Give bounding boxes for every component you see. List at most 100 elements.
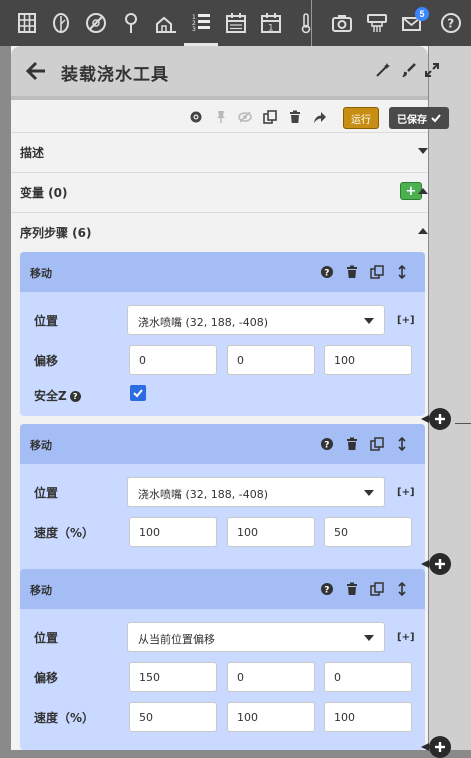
help-icon[interactable]: ?: [434, 0, 468, 46]
calendar-icon[interactable]: [219, 0, 253, 46]
chevron-up-icon[interactable]: [418, 228, 428, 234]
magic-wand-icon[interactable]: [375, 62, 391, 78]
plus-icon: [435, 414, 445, 424]
add-location-link[interactable]: [+]: [397, 487, 415, 498]
grid-icon[interactable]: [10, 0, 44, 46]
plus-icon: [435, 559, 445, 569]
camera-icon[interactable]: [325, 0, 359, 46]
copy-icon[interactable]: [370, 437, 384, 451]
grid-line: [455, 423, 471, 424]
location-value: 浇水喷嘴 (32, 188, -408): [138, 316, 269, 329]
location-label: 位置: [34, 631, 59, 645]
run-button[interactable]: 运行: [343, 107, 379, 129]
chevron-up-icon[interactable]: [418, 188, 428, 194]
location-label: 位置: [34, 486, 59, 500]
description-label: 描述: [20, 146, 45, 160]
offset-z-input[interactable]: 0: [324, 662, 412, 692]
expand-icon[interactable]: [424, 62, 440, 78]
move-step-card: 移动 ? 位置 浇水喷嘴 (32, 188, -408) [+] 偏移 0 0 …: [20, 252, 425, 416]
leaf-icon[interactable]: [44, 0, 78, 46]
location-select[interactable]: 从当前位置偏移: [127, 622, 385, 652]
help-icon[interactable]: ?: [320, 582, 334, 596]
checkmark-icon: [133, 389, 143, 398]
messages-badge: 5: [415, 7, 429, 21]
eye-slash-icon[interactable]: [238, 110, 252, 124]
offset-z-input[interactable]: 100: [324, 345, 412, 375]
share-icon[interactable]: [313, 110, 327, 124]
svg-text:?: ?: [324, 586, 329, 596]
add-step-button[interactable]: [421, 553, 451, 575]
speed-z-input[interactable]: 50: [324, 517, 412, 547]
safe-z-text: 安全Z: [34, 389, 67, 403]
event-icon[interactable]: 1: [254, 0, 288, 46]
back-arrow-icon[interactable]: [25, 60, 47, 82]
sequence-icon[interactable]: 123: [184, 0, 218, 46]
add-step-button[interactable]: [421, 408, 451, 430]
variables-section[interactable]: 变量 (0) +: [11, 172, 428, 211]
add-step-button[interactable]: [421, 736, 451, 758]
trash-icon[interactable]: [345, 582, 359, 596]
speed-x-input[interactable]: 100: [129, 517, 217, 547]
chevron-down-icon: [364, 490, 374, 496]
messages-icon[interactable]: 5: [395, 0, 429, 46]
chevron-down-icon: [364, 635, 374, 641]
drag-handle-icon[interactable]: [395, 437, 409, 451]
speed-x-input[interactable]: 50: [129, 702, 217, 732]
step-header: 移动 ?: [20, 424, 425, 464]
background-area: [429, 46, 471, 750]
description-section[interactable]: 描述: [11, 132, 428, 171]
svg-text:?: ?: [447, 17, 454, 31]
device-icon[interactable]: [360, 0, 394, 46]
speed-z-input[interactable]: 100: [324, 702, 412, 732]
offset-y-input[interactable]: 0: [227, 662, 315, 692]
copy-icon[interactable]: [263, 110, 277, 124]
speed-y-input[interactable]: 100: [227, 702, 315, 732]
help-icon[interactable]: ?: [69, 391, 81, 402]
trash-icon[interactable]: [288, 110, 302, 124]
top-nav: 123 1 5 ?: [0, 0, 471, 46]
location-select[interactable]: 浇水喷嘴 (32, 188, -408): [127, 305, 385, 335]
speed-y-input[interactable]: 100: [227, 517, 315, 547]
checkmark-icon: [431, 114, 441, 123]
panel-header: 装载浇水工具: [11, 46, 439, 96]
offset-y-input[interactable]: 0: [227, 345, 315, 375]
saved-label: 已保存: [397, 114, 427, 126]
location-value: 浇水喷嘴 (32, 188, -408): [138, 488, 269, 501]
offset-x-input[interactable]: 0: [129, 345, 217, 375]
thermometer-icon[interactable]: [289, 0, 323, 46]
add-location-link[interactable]: [+]: [397, 315, 415, 326]
copy-icon[interactable]: [370, 582, 384, 596]
help-icon[interactable]: ?: [320, 265, 334, 279]
step-title: 移动: [30, 584, 52, 597]
copy-icon[interactable]: [370, 265, 384, 279]
plus-icon: [435, 742, 445, 752]
variables-label: 变量 (0): [20, 186, 68, 200]
trash-icon[interactable]: [345, 437, 359, 451]
location-select[interactable]: 浇水喷嘴 (32, 188, -408): [127, 477, 385, 507]
offset-label: 偏移: [34, 671, 59, 685]
offset-x-input[interactable]: 150: [129, 662, 217, 692]
farm-icon[interactable]: [149, 0, 183, 46]
help-icon[interactable]: ?: [320, 437, 334, 451]
safe-z-checkbox[interactable]: [130, 385, 146, 401]
steps-label: 序列步骤 (6): [20, 226, 92, 240]
add-location-link[interactable]: [+]: [397, 632, 415, 643]
saved-button[interactable]: 已保存: [389, 107, 449, 129]
point-icon[interactable]: [114, 0, 148, 46]
drag-handle-icon[interactable]: [395, 265, 409, 279]
svg-text:?: ?: [324, 441, 329, 451]
location-label: 位置: [34, 314, 59, 328]
drag-handle-icon[interactable]: [395, 582, 409, 596]
trash-icon[interactable]: [345, 265, 359, 279]
weeds-icon[interactable]: [79, 0, 113, 46]
sequence-editor-panel: 装载浇水工具 运行 已保存 描述 变量 (0) + 序列步骤 (6) 移动 ?: [11, 46, 451, 758]
steps-section[interactable]: 序列步骤 (6): [11, 212, 428, 251]
location-value: 从当前位置偏移: [138, 633, 215, 646]
chevron-down-icon[interactable]: [418, 148, 428, 154]
chevron-down-icon: [364, 318, 374, 324]
speed-label: 速度（%）: [34, 711, 95, 725]
svg-text:1: 1: [268, 24, 274, 34]
gear-icon[interactable]: [189, 110, 203, 124]
paint-brush-icon[interactable]: [401, 62, 417, 78]
pin-icon[interactable]: [214, 110, 228, 124]
